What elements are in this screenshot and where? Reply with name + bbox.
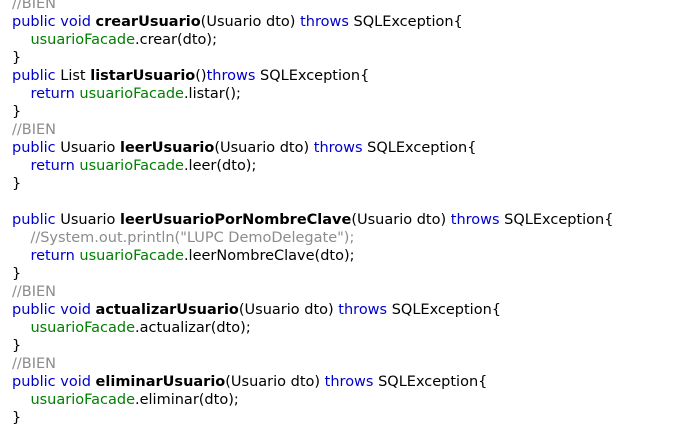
text-token: } [12, 50, 22, 66]
code-line: return usuarioFacade.leer(dto); [12, 157, 613, 175]
code-line: usuarioFacade.crear(dto); [12, 31, 613, 49]
text-token: SQLException{ [362, 140, 477, 156]
text-token: List [55, 68, 91, 84]
keyword-token: public [12, 14, 56, 30]
method-name-token: leerUsuarioPorNombreClave [119, 212, 352, 228]
text-token: Usuario [55, 212, 120, 228]
keyword-token: public [12, 212, 56, 228]
method-name-token: listarUsuario [90, 68, 196, 84]
code-editor[interactable]: //BIEN public void crearUsuario(Usuario d… [0, 0, 689, 438]
text-token: } [12, 176, 22, 192]
field-token: usuarioFacade [79, 158, 184, 174]
code-line: } [12, 337, 613, 355]
text-token: Usuario [55, 140, 120, 156]
code-line: //BIEN [12, 121, 613, 139]
text-token: } [12, 410, 22, 426]
code-line: return usuarioFacade.listar(); [12, 85, 613, 103]
comment-token: //System.out.println("LUPC DemoDelegate"… [30, 230, 355, 246]
keyword-token: throws [324, 374, 374, 390]
text-token: } [12, 266, 22, 282]
comment-token: //BIEN [12, 122, 57, 138]
code-line: public void crearUsuario(Usuario dto) th… [12, 13, 613, 31]
keyword-token: void [60, 14, 91, 30]
text-token: } [12, 338, 22, 354]
code-line: usuarioFacade.eliminar(dto); [12, 391, 613, 409]
code-line: } [12, 49, 613, 67]
keyword-token: return [30, 86, 75, 102]
field-token: usuarioFacade [30, 32, 135, 48]
keyword-token: throws [450, 212, 500, 228]
comment-token: //BIEN [12, 0, 57, 12]
field-token: usuarioFacade [79, 248, 184, 264]
keyword-token: public [12, 302, 56, 318]
text-token: (Usuario dto) [351, 212, 451, 228]
text-token: (Usuario dto) [200, 14, 301, 30]
keyword-token: throws [313, 140, 363, 156]
code-line: public Usuario leerUsuarioPorNombreClave… [12, 211, 613, 229]
text-token: SQLException{ [255, 68, 370, 84]
method-name-token: eliminarUsuario [95, 374, 226, 390]
text-token: SQLException{ [387, 302, 501, 318]
text-token: .listar(); [183, 86, 241, 102]
code-line: public void actualizarUsuario(Usuario dt… [12, 301, 613, 319]
text-token: (Usuario dto) [238, 302, 339, 318]
keyword-token: return [30, 248, 75, 264]
code-line: //BIEN [12, 283, 613, 301]
text-token: .actualizar(dto); [135, 320, 251, 336]
code-line: } [12, 103, 613, 121]
text-token: SQLException{ [348, 14, 463, 30]
field-token: usuarioFacade [79, 86, 184, 102]
method-name-token: actualizarUsuario [95, 302, 239, 318]
keyword-token: public [12, 374, 56, 390]
method-name-token: crearUsuario [95, 14, 201, 30]
keyword-token: public [12, 140, 56, 156]
code-line: public void eliminarUsuario(Usuario dto)… [12, 373, 613, 391]
comment-token: //BIEN [12, 356, 57, 372]
text-token: .eliminar(dto); [135, 392, 239, 408]
text-token: .crear(dto); [135, 32, 217, 48]
text-token: () [195, 68, 207, 84]
keyword-token: throws [338, 302, 388, 318]
code-line: //System.out.println("LUPC DemoDelegate"… [12, 229, 613, 247]
text-token: SQLException{ [373, 374, 488, 390]
comment-token: //BIEN [12, 284, 57, 300]
method-name-token: leerUsuario [119, 140, 215, 156]
text-token: .leerNombreClave(dto); [183, 248, 355, 264]
code-line: //BIEN [12, 0, 613, 13]
code-line: public List listarUsuario()throws SQLExc… [12, 67, 613, 85]
code-line: public Usuario leerUsuario(Usuario dto) … [12, 139, 613, 157]
keyword-token: void [60, 302, 91, 318]
code-area[interactable]: //BIEN public void crearUsuario(Usuario d… [12, 0, 613, 427]
text-token: SQLException{ [499, 212, 614, 228]
text-token: } [12, 104, 22, 120]
code-line: usuarioFacade.actualizar(dto); [12, 319, 613, 337]
code-line: } [12, 265, 613, 283]
keyword-token: throws [300, 14, 349, 30]
code-line: } [12, 409, 613, 427]
code-line: } [12, 175, 613, 193]
field-token: usuarioFacade [30, 392, 135, 408]
code-line: return usuarioFacade.leerNombreClave(dto… [12, 247, 613, 265]
text-token: .leer(dto); [183, 158, 257, 174]
field-token: usuarioFacade [30, 320, 135, 336]
text-token: (Usuario dto) [225, 374, 325, 390]
keyword-token: void [60, 374, 91, 390]
text-token: (Usuario dto) [214, 140, 314, 156]
keyword-token: throws [206, 68, 256, 84]
keyword-token: return [30, 158, 75, 174]
code-line: //BIEN [12, 355, 613, 373]
keyword-token: public [12, 68, 56, 84]
